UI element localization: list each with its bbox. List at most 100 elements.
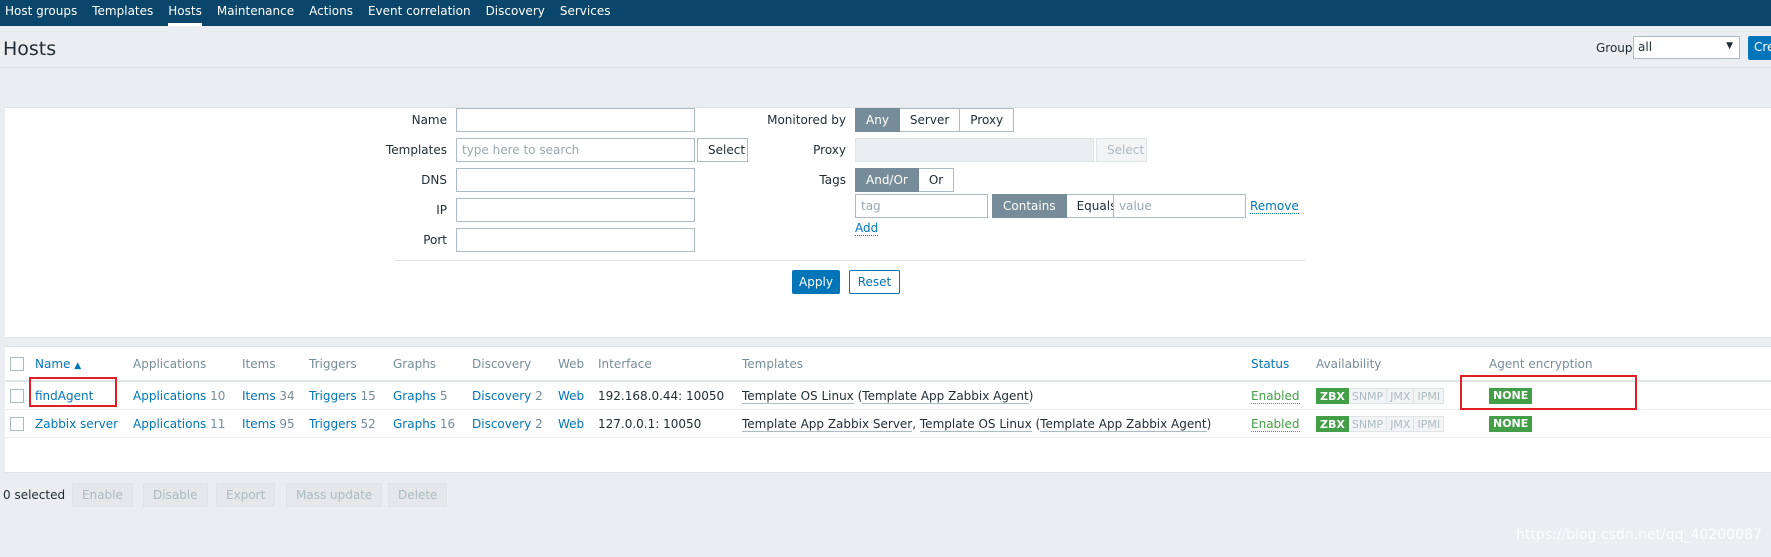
interface-value: 192.168.0.44: 10050 [598,389,725,403]
graphs-link[interactable]: Graphs [393,417,436,431]
group-select-value: all [1638,40,1653,54]
availability-snmp-badge: SNMP [1348,388,1388,404]
items-count: 95 [279,417,295,431]
table-row: Zabbix server Applications 11 Items 95 T… [5,410,1771,438]
nav-item-event-correlation[interactable]: Event correlation [363,0,481,26]
column-header-graphs: Graphs [393,357,437,371]
triggers-count: 15 [360,389,376,403]
templates-input[interactable]: type here to search [456,138,695,162]
items-count: 34 [279,389,295,403]
proxy-label: Proxy [813,143,846,157]
applications-count: 11 [210,417,226,431]
highlight-box-host-name [29,377,117,407]
tag-operator-toggle: Contains Equals [992,194,1128,218]
availability-zbx-badge: ZBX [1316,416,1349,432]
row-checkbox[interactable] [10,417,24,431]
mass-update-button[interactable]: Mass update [286,483,383,507]
column-header-triggers: Triggers [309,357,357,371]
port-label: Port [423,233,447,247]
graphs-link[interactable]: Graphs [393,389,436,403]
page-title: Hosts [3,38,57,60]
nav-item-services[interactable]: Services [555,0,621,26]
graphs-count: 5 [439,389,448,403]
top-navigation: Host groups Templates Hosts Maintenance … [0,0,1771,26]
items-link[interactable]: Items [242,389,276,403]
templates-select-button[interactable]: Select [697,138,748,162]
availability-badges: ZBX SNMP JMX IPMI [1316,388,1445,404]
name-input[interactable] [456,108,695,132]
proxy-input [855,138,1094,162]
monitored-by-label: Monitored by [767,113,846,127]
disable-button[interactable]: Disable [143,483,208,507]
create-host-button[interactable]: Create host [1748,36,1771,60]
nav-item-host-groups[interactable]: Host groups [0,0,87,26]
items-link[interactable]: Items [242,417,276,431]
status-enabled-link[interactable]: Enabled [1251,417,1300,432]
triggers-link[interactable]: Triggers [309,417,357,431]
select-all-checkbox[interactable] [10,357,24,371]
column-header-web: Web [558,357,585,371]
column-header-name[interactable]: Name ▲ [35,357,81,371]
port-input[interactable] [456,228,695,252]
header-divider [0,67,1771,68]
tag-op-contains[interactable]: Contains [992,194,1067,218]
discovery-count: 2 [535,417,543,431]
web-link[interactable]: Web [558,417,584,431]
template-link[interactable]: Template App Zabbix Agent [862,389,1029,404]
applications-link[interactable]: Applications [133,389,206,403]
monitored-by-toggle: Any Server Proxy [855,108,1015,132]
column-header-templates: Templates [742,357,804,371]
ip-label: IP [436,203,447,217]
applications-count: 10 [210,389,226,403]
tags-label: Tags [819,173,846,187]
dns-input[interactable] [456,168,695,192]
export-button[interactable]: Export [216,483,276,507]
delete-button[interactable]: Delete [388,483,448,507]
nav-item-discovery[interactable]: Discovery [481,0,555,26]
apply-button[interactable]: Apply [792,270,840,294]
discovery-link[interactable]: Discovery [472,389,531,403]
nav-item-actions[interactable]: Actions [304,0,363,26]
filter-divider [395,260,1305,261]
column-header-interface: Interface [598,357,652,371]
tag-input[interactable]: tag [855,194,988,218]
availability-snmp-badge: SNMP [1348,416,1388,432]
discovery-count: 2 [535,389,543,403]
dns-label: DNS [421,173,447,187]
availability-ipmi-badge: IPMI [1414,388,1445,404]
monitored-by-proxy[interactable]: Proxy [960,108,1015,132]
column-header-status[interactable]: Status [1251,357,1289,371]
web-link[interactable]: Web [558,389,584,403]
status-enabled-link[interactable]: Enabled [1251,389,1300,404]
tags-or[interactable]: Or [918,168,955,192]
filter-panel: Name Templates type here to search Selec… [5,107,1771,338]
reset-button[interactable]: Reset [849,270,900,294]
applications-link[interactable]: Applications [133,417,206,431]
availability-jmx-badge: JMX [1387,416,1415,432]
template-link[interactable]: Template OS Linux [742,389,854,404]
row-checkbox[interactable] [10,389,24,403]
template-link[interactable]: Template App Zabbix Agent [1040,417,1207,432]
group-select[interactable]: all ▼ [1633,36,1740,59]
group-label: Group [1596,41,1633,55]
tags-and-or[interactable]: And/Or [855,168,919,192]
encryption-badge: NONE [1489,416,1533,432]
add-tag-link[interactable]: Add [855,221,879,236]
nav-item-maintenance[interactable]: Maintenance [212,0,304,26]
remove-tag-link[interactable]: Remove [1250,199,1299,214]
nav-item-templates[interactable]: Templates [87,0,163,26]
template-link[interactable]: Template App Zabbix Server [742,417,913,432]
host-name-link[interactable]: Zabbix server [35,417,118,431]
monitored-by-any[interactable]: Any [855,108,900,132]
template-link[interactable]: Template OS Linux [919,417,1032,432]
discovery-link[interactable]: Discovery [472,417,531,431]
ip-input[interactable] [456,198,695,222]
name-label: Name [411,113,447,127]
enable-button[interactable]: Enable [72,483,133,507]
monitored-by-server[interactable]: Server [899,108,961,132]
selected-count: 0 selected [3,488,66,502]
triggers-link[interactable]: Triggers [309,389,357,403]
nav-item-hosts[interactable]: Hosts [163,0,212,26]
tag-value-input[interactable]: value [1113,194,1246,218]
column-header-discovery: Discovery [472,357,532,371]
